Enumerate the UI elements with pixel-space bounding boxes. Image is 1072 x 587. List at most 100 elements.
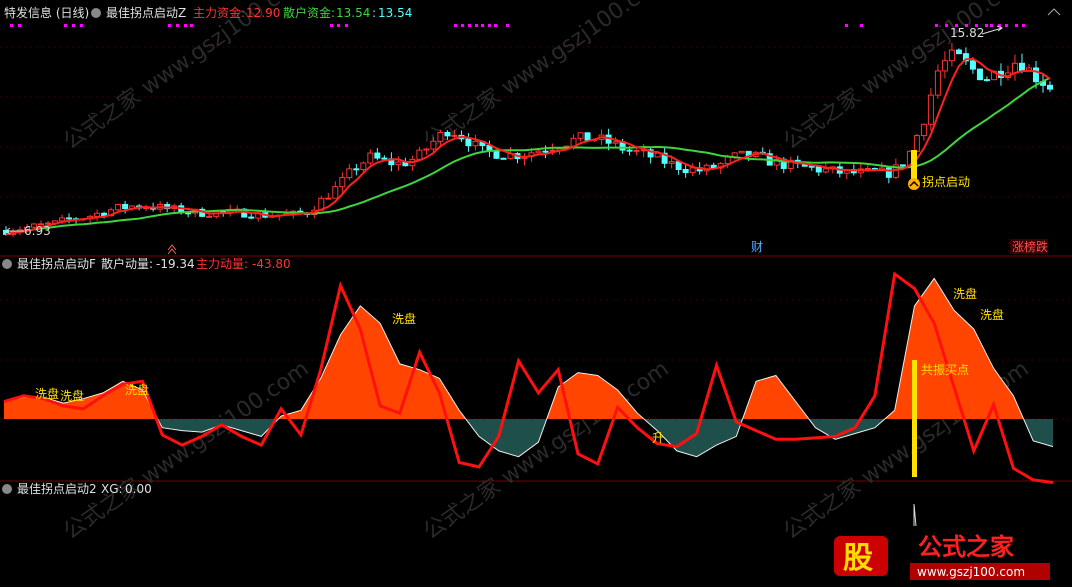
candle [122, 203, 129, 210]
signal-circle-icon [908, 178, 920, 190]
candle [444, 131, 451, 137]
signal-dots [10, 24, 1025, 27]
signal-dot [845, 24, 848, 27]
candle [941, 60, 948, 72]
candle [1047, 84, 1053, 90]
signal-dot [461, 24, 464, 27]
indicator-toggle-icon[interactable] [2, 484, 12, 494]
candle [584, 132, 591, 141]
main-fund-value: 12.90 [246, 6, 280, 20]
signal-dot [72, 24, 75, 27]
signal-dot [337, 24, 340, 27]
signal-dot [454, 24, 457, 27]
candle [633, 149, 640, 152]
candle [983, 79, 990, 82]
indicator-toggle-icon[interactable] [2, 259, 12, 269]
signal-dot [168, 24, 171, 27]
candle [423, 148, 430, 151]
xg-signal-line [913, 503, 917, 527]
signal-dot [494, 24, 497, 27]
candle [969, 60, 976, 70]
signal-bar [911, 150, 917, 180]
retail-fund-value2: 13.54 [378, 6, 412, 20]
candle [577, 132, 584, 139]
retail-momentum-area-positive [4, 278, 1024, 419]
candle [955, 49, 962, 55]
candle [367, 152, 374, 164]
sub1-indicator-name: 最佳拐点启动F [17, 256, 96, 271]
candle [689, 167, 696, 174]
candle [493, 150, 500, 159]
logo-url: www.gszj100.com [917, 565, 1025, 579]
candle [682, 169, 689, 174]
candle [66, 217, 73, 220]
candle [675, 161, 682, 171]
main-indicator-name: 最佳拐点启动Z [106, 5, 186, 20]
candle [899, 164, 906, 167]
candle [353, 168, 360, 171]
candle [325, 197, 332, 200]
candle [472, 140, 479, 147]
candle [668, 161, 675, 164]
candle [815, 166, 822, 173]
candle [339, 177, 346, 188]
candle [535, 150, 542, 154]
candle [416, 149, 423, 160]
low-price-label: 6.93 [24, 224, 51, 238]
candle [934, 70, 941, 96]
candle [885, 167, 892, 178]
signal-dot [176, 24, 179, 27]
signal-dot [506, 24, 509, 27]
signal-dot [468, 24, 471, 27]
signal-dot [64, 24, 67, 27]
main-momentum-label: 主力动量: [196, 257, 248, 271]
collapse-chevron-icon[interactable] [1047, 8, 1061, 16]
sub2-header: 最佳拐点启动2 XG: 0.00 [2, 481, 152, 496]
candle [115, 203, 122, 211]
signal-dot [1015, 24, 1018, 27]
main-momentum-value: -43.80 [252, 257, 291, 271]
signal-dot [475, 24, 478, 27]
logo-char: 股 [843, 541, 873, 576]
signal-dot [935, 24, 938, 27]
annotation-xipan: 洗盘 [35, 386, 59, 401]
retail-fund-separator: : [372, 6, 376, 20]
candle [430, 140, 437, 150]
candle [913, 135, 920, 152]
candle [395, 161, 402, 166]
signal-dot [985, 24, 988, 27]
signal-dot [488, 24, 491, 27]
candle [381, 157, 388, 160]
candle [822, 168, 829, 173]
signal-dot [481, 24, 484, 27]
signal-dot [80, 24, 83, 27]
candle [626, 149, 633, 152]
watermark-text: 公式之家 www.gszj100.com [59, 0, 313, 155]
candle [360, 162, 367, 171]
high-price-label: 15.82 [950, 26, 984, 40]
candle [437, 131, 444, 142]
high-arrow-icon [981, 25, 1004, 35]
candle [864, 167, 871, 170]
candle [612, 141, 619, 144]
signal-dot [330, 24, 333, 27]
annotation-xipan: 洗盘 [392, 311, 416, 326]
resonance-signal-bar [912, 360, 917, 477]
candle [59, 217, 66, 222]
candle [542, 150, 549, 153]
watermark-layer: 公式之家 www.gszj100.com 公式之家 www.gszj100.co… [59, 0, 1033, 545]
sub2-indicator-name: 最佳拐点启动2 [17, 481, 97, 496]
annotation-xipan: 洗盘 [953, 286, 977, 301]
indicator-toggle-icon[interactable] [91, 8, 101, 18]
candle [206, 215, 213, 218]
candle [94, 212, 101, 217]
candle [920, 123, 927, 137]
marker-cai: 财 [751, 240, 763, 254]
annotation-xipan: 洗盘 [125, 382, 149, 397]
annotation-rise: 升 [652, 431, 664, 445]
candle [500, 157, 507, 160]
main-header: 特发信息 (日线) 最佳拐点启动Z 主力资金: 12.90 散户资金: 13.5… [4, 5, 1061, 20]
candle [948, 49, 955, 62]
candle [332, 186, 339, 199]
watermark-text: 公式之家 www.gszj100.com [59, 356, 313, 545]
